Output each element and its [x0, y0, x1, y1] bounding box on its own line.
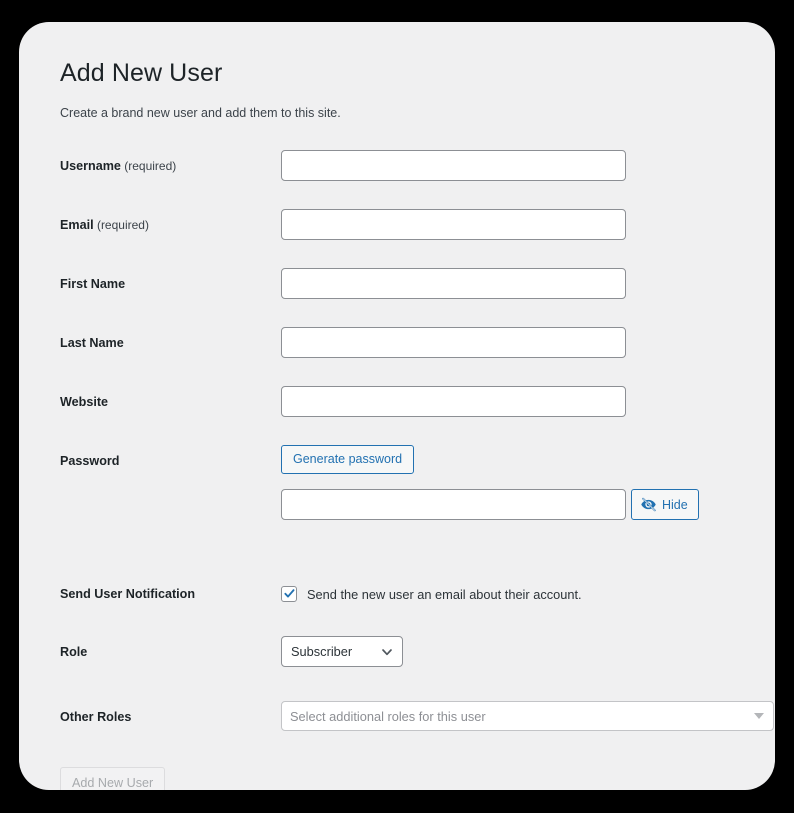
card-content: Add New User Create a brand new user and… — [41, 22, 775, 790]
form-row-website: Website — [41, 386, 775, 418]
role-selected-value: Subscriber — [291, 644, 353, 659]
label-email-required: (required) — [93, 218, 149, 232]
label-role: Role — [60, 645, 88, 659]
form-row-password-input: Hide — [41, 489, 775, 521]
label-last-name-text: Last Name — [60, 336, 124, 350]
password-input[interactable] — [281, 489, 626, 520]
label-website-text: Website — [60, 395, 109, 409]
add-new-user-submit-button[interactable]: Add New User — [60, 767, 166, 790]
form-row-email: Email (required) — [41, 209, 775, 241]
field-email — [281, 209, 626, 240]
field-password-generate: Generate password — [281, 445, 415, 474]
field-last-name — [281, 327, 626, 358]
hide-password-button[interactable]: Hide — [631, 489, 699, 520]
label-username: Username (required) — [60, 150, 176, 182]
form-row-role: Role Subscriber — [41, 636, 775, 668]
form-row-last-name: Last Name — [41, 327, 775, 359]
field-other-roles: Select additional roles for this user — [281, 701, 774, 731]
form-row-first-name: First Name — [41, 268, 775, 300]
last-name-input[interactable] — [281, 327, 626, 358]
label-username-required: (required) — [120, 159, 177, 173]
send-notification-group: Send the new user an email about their a… — [281, 578, 582, 610]
email-input[interactable] — [281, 209, 626, 240]
label-other-roles: Other Roles — [60, 710, 132, 724]
label-email: Email (required) — [60, 209, 149, 241]
page-title: Add New User — [60, 59, 223, 87]
label-first-name-text: First Name — [60, 277, 126, 291]
send-notification-label: Send the new user an email about their a… — [307, 586, 582, 602]
label-last-name: Last Name — [60, 327, 124, 359]
form-row-username: Username (required) — [41, 150, 775, 182]
form-row-other-roles: Other Roles Select additional roles for … — [41, 701, 775, 733]
website-input[interactable] — [281, 386, 626, 417]
field-role: Subscriber — [281, 636, 403, 667]
eye-slash-icon — [640, 496, 657, 513]
label-first-name: First Name — [60, 268, 125, 300]
label-username-text: Username — [60, 159, 121, 173]
username-input[interactable] — [281, 150, 626, 181]
field-username — [281, 150, 626, 181]
send-notification-checkbox[interactable] — [281, 586, 297, 602]
caret-down-icon — [754, 713, 764, 719]
first-name-input[interactable] — [281, 268, 626, 299]
form-row-send-notification: Send User Notification Send the new user… — [41, 578, 775, 610]
checkmark-icon — [283, 587, 296, 600]
label-send-user-notification: Send User Notification — [60, 587, 196, 601]
other-roles-select[interactable]: Select additional roles for this user — [281, 701, 774, 731]
label-website: Website — [60, 386, 108, 418]
other-roles-placeholder: Select additional roles for this user — [290, 708, 486, 724]
chevron-down-icon — [380, 645, 394, 659]
field-first-name — [281, 268, 626, 299]
form-row-password: Password Generate password — [41, 445, 775, 477]
page-subtitle: Create a brand new user and add them to … — [60, 106, 341, 120]
hide-password-label: Hide — [662, 497, 688, 512]
label-email-text: Email — [60, 218, 94, 232]
add-new-user-card: Add New User Create a brand new user and… — [19, 22, 775, 790]
password-input-group: Hide — [281, 489, 699, 520]
role-select[interactable]: Subscriber — [281, 636, 403, 667]
generate-password-button[interactable]: Generate password — [281, 445, 415, 474]
screen: Add New User Create a brand new user and… — [0, 0, 794, 813]
label-password: Password — [60, 454, 120, 468]
field-website — [281, 386, 626, 417]
